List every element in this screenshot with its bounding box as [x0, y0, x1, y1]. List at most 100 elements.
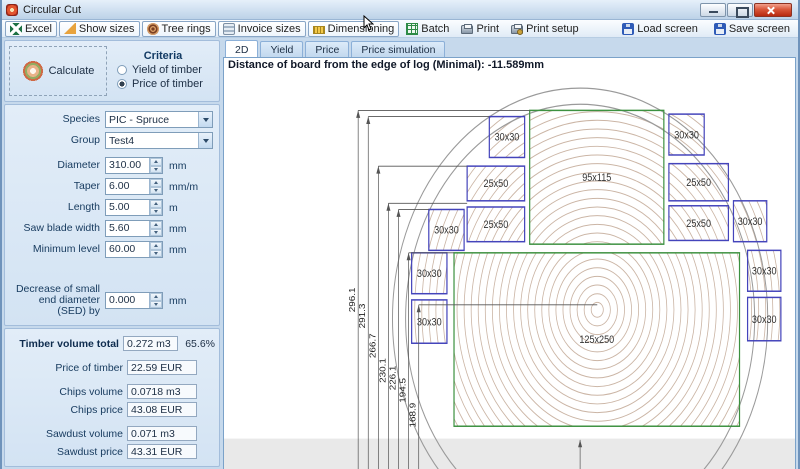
tab-yield[interactable]: Yield	[260, 41, 303, 57]
toolbar-button-print-setup[interactable]: Print setup	[506, 21, 584, 37]
window-title: Circular Cut	[23, 4, 81, 16]
spin-up-button[interactable]	[150, 221, 162, 229]
excel-icon	[10, 23, 22, 35]
result-value: 43.31 EUR	[127, 444, 197, 459]
criteria-group: Criteria Yield of timberPrice of timber	[111, 50, 215, 92]
dimension-label: 226.1	[388, 366, 397, 391]
spin-down-button[interactable]	[150, 250, 162, 258]
invoice-sizes-icon	[223, 23, 235, 35]
chevron-down-icon[interactable]	[198, 133, 212, 148]
chevron-down-icon[interactable]	[198, 112, 212, 127]
toolbar-button-batch[interactable]: Batch	[401, 21, 454, 37]
unit-label: mm	[163, 223, 187, 235]
calculate-button[interactable]: Calculate	[9, 46, 107, 96]
field-label: Decrease of small end diameter (SED) by	[9, 284, 105, 317]
spin-up-button[interactable]	[150, 179, 162, 187]
result-row: Price of timber22.59 EUR	[9, 360, 215, 375]
criteria-option: Yield of timber	[117, 64, 215, 76]
board-label: 30x30	[752, 266, 777, 278]
toolbar: ExcelShow sizes Tree rings Invoice sizesDi…	[2, 20, 798, 38]
radio-label: Price of timber	[132, 78, 203, 90]
dimension-label: 194.5	[398, 378, 407, 403]
tab-price[interactable]: Price	[305, 41, 349, 57]
result-value: 0.071 m3	[127, 426, 197, 441]
numeric-field-row: Taper6.00mm/m	[9, 178, 215, 195]
toolbar-button-print[interactable]: Print	[456, 21, 504, 37]
input-value: 6.00	[106, 179, 149, 194]
saw-blade-width-input[interactable]: 5.60	[105, 220, 163, 237]
result-value: 43.08 EUR	[127, 402, 197, 417]
toolbar-button-invoice-sizes[interactable]: Invoice sizes	[218, 21, 306, 37]
diameter-input[interactable]: 310.00	[105, 157, 163, 174]
tab-price-simulation[interactable]: Price simulation	[351, 41, 445, 57]
spin-down-button[interactable]	[150, 208, 162, 216]
spin-up-button[interactable]	[150, 242, 162, 250]
input-value: 60.00	[106, 242, 149, 257]
toolbar-button-show-sizes[interactable]: Show sizes	[59, 21, 140, 37]
tree-rings-icon	[147, 23, 159, 35]
print-icon	[461, 25, 473, 34]
spin-down-button[interactable]	[150, 229, 162, 237]
minimize-button[interactable]	[700, 3, 726, 17]
criteria-option: Price of timber	[117, 78, 215, 90]
toolbar-button-excel[interactable]: Excel	[5, 21, 57, 37]
toolbar-button-label: Batch	[421, 23, 449, 35]
board-label: 30x30	[417, 268, 442, 280]
spinner-control	[149, 293, 162, 308]
decrease-of-small-end-diameter-sed-by-input[interactable]: 0.000	[105, 292, 163, 309]
spin-up-button[interactable]	[150, 293, 162, 301]
toolbar-button-label: Load screen	[637, 23, 698, 35]
maximize-button[interactable]	[727, 3, 753, 17]
result-row: Sawdust price43.31 EUR	[9, 444, 215, 459]
toolbar-button-label: Print setup	[526, 23, 579, 35]
radio-label: Yield of timber	[132, 64, 202, 76]
tab-2d[interactable]: 2D	[225, 40, 258, 57]
field-label: Diameter	[9, 160, 105, 171]
result-label: Chips volume	[9, 386, 127, 398]
dimension-label: 291.3	[358, 304, 367, 329]
spinner-control	[149, 158, 162, 173]
dimension-label: 266.7	[368, 333, 377, 358]
radio-button[interactable]	[117, 79, 127, 89]
minimum-level-input[interactable]: 60.00	[105, 241, 163, 258]
board-label: 125x250	[579, 334, 614, 346]
batch-icon	[406, 23, 418, 35]
numeric-field-row: Saw blade width5.60mm	[9, 220, 215, 237]
spin-down-button[interactable]	[150, 187, 162, 195]
field-label: Species	[9, 114, 105, 125]
app-icon	[6, 4, 18, 16]
toolbar-button-save-screen[interactable]: Save screen	[709, 21, 795, 37]
spin-up-button[interactable]	[150, 200, 162, 208]
dimension-label: 168.9	[409, 403, 418, 428]
toolbar-right-group: Load screen Save screen	[617, 21, 795, 37]
result-row: Chips volume0.0718 m3	[9, 384, 215, 399]
save-screen-icon	[714, 23, 726, 35]
dropdown-row: GroupTest4	[9, 132, 215, 149]
board-label: 30x30	[752, 314, 777, 326]
taper-input[interactable]: 6.00	[105, 178, 163, 195]
species-select[interactable]: PIC - Spruce	[105, 111, 213, 128]
result-value: 22.59 EUR	[127, 360, 197, 375]
spin-down-button[interactable]	[150, 301, 162, 309]
numeric-field-row: Length5.00m	[9, 199, 215, 216]
board-label: 30x30	[738, 216, 763, 228]
radio-button[interactable]	[117, 65, 127, 75]
toolbar-button-label: Tree rings	[162, 23, 211, 35]
toolbar-button-load-screen[interactable]: Load screen	[617, 21, 703, 37]
toolbar-button-tree-rings[interactable]: Tree rings	[142, 21, 216, 37]
numeric-field-row: Decrease of small end diameter (SED) by0…	[9, 284, 215, 317]
results-section: Timber volume total0.272 m365.6% Price of…	[4, 328, 220, 467]
length-input[interactable]: 5.00	[105, 199, 163, 216]
spin-down-button[interactable]	[150, 166, 162, 174]
input-value: 310.00	[106, 158, 149, 173]
log-outer-circle	[392, 88, 767, 469]
close-button[interactable]	[754, 3, 792, 17]
board-label: 25x50	[686, 218, 711, 230]
numeric-field-row: Minimum level60.00mm	[9, 241, 215, 258]
result-row: Timber volume total0.272 m365.6%	[9, 336, 215, 351]
spin-up-button[interactable]	[150, 158, 162, 166]
group-select[interactable]: Test4	[105, 132, 213, 149]
toolbar-button-dimensioning[interactable]: Dimensioning	[308, 21, 400, 37]
board-label: 30x30	[495, 132, 520, 144]
result-label: Sawdust volume	[9, 428, 127, 440]
